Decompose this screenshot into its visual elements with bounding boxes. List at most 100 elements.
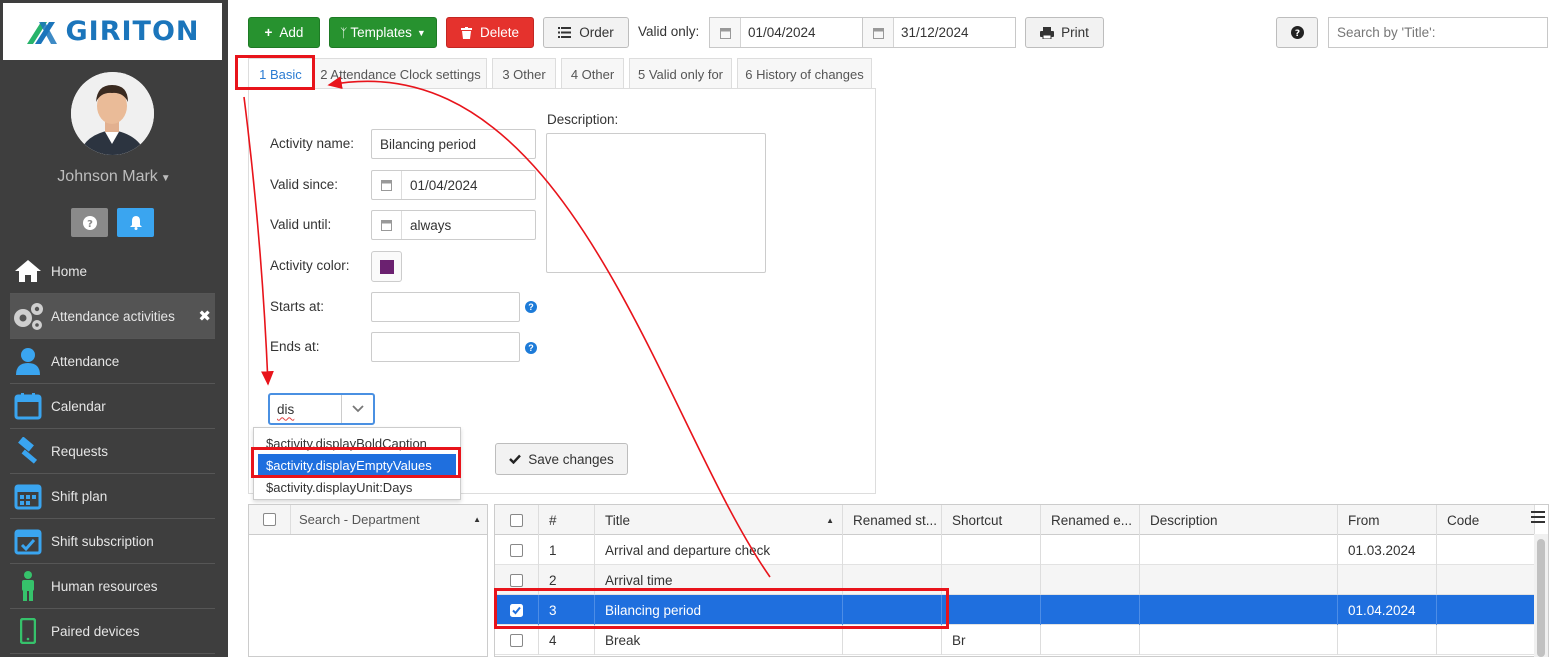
question-icon[interactable]: ? <box>525 301 537 313</box>
column-header-renamed-end[interactable]: Renamed e... <box>1041 505 1140 535</box>
sidebar-item-requests[interactable]: Requests <box>10 429 215 474</box>
select-all-rows[interactable] <box>495 505 539 535</box>
column-header-code[interactable]: Code <box>1437 505 1535 535</box>
column-header-number[interactable]: # <box>539 505 595 535</box>
help-button[interactable]: ? <box>71 208 108 237</box>
tab-other-3[interactable]: 3 Other <box>492 58 556 89</box>
cell-title: Break <box>595 625 843 655</box>
notifications-button[interactable] <box>117 208 154 237</box>
question-icon[interactable]: ? <box>525 342 537 354</box>
row-checkbox[interactable] <box>495 535 539 565</box>
cell-number: 4 <box>539 625 595 655</box>
sidebar-item-label: Shift subscription <box>51 533 154 549</box>
valid-from-field[interactable]: 01/04/2024 <box>709 17 863 48</box>
sidebar-item-paired-devices[interactable]: Paired devices <box>10 609 215 654</box>
variable-combobox[interactable]: dis <box>268 393 375 425</box>
ends-at-label: Ends at: <box>270 339 320 354</box>
table-row[interactable]: 1 Arrival and departure check 01.03.2024 <box>495 535 1535 565</box>
valid-since-input[interactable]: 01/04/2024 <box>371 170 536 200</box>
person-icon <box>10 346 46 376</box>
sidebar-item-label: Paired devices <box>51 623 140 639</box>
checkbox[interactable] <box>510 543 523 557</box>
table-row[interactable]: 4 Break Br <box>495 625 1535 655</box>
cell-description <box>1140 565 1338 595</box>
avatar[interactable] <box>71 72 154 155</box>
sidebar-item-label: Shift plan <box>51 488 108 504</box>
cell-code <box>1437 565 1535 595</box>
column-header-renamed-start[interactable]: Renamed st... <box>843 505 942 535</box>
sidebar-item-label: Human resources <box>51 578 158 594</box>
department-panel: Search - Department ▲ <box>248 504 488 657</box>
sidebar-item-home[interactable]: Home <box>10 249 215 294</box>
column-header-title[interactable]: Title ▲ <box>595 505 843 535</box>
tab-other-4[interactable]: 4 Other <box>561 58 624 89</box>
activities-table: # Title ▲ Renamed st... Shortcut Renamed… <box>494 504 1549 657</box>
templates-button[interactable]: ᛉ Templates ▼ <box>329 17 437 48</box>
sort-asc-icon: ▲ <box>826 515 834 525</box>
calendar-icon[interactable] <box>372 171 402 199</box>
sort-asc-icon[interactable]: ▲ <box>473 515 487 524</box>
select-all-departments[interactable] <box>249 505 291 534</box>
list-icon <box>558 27 572 38</box>
sidebar: GIRITON Johnson Mark ▼ ? Home Attendance … <box>0 0 228 657</box>
sidebar-item-label: Requests <box>51 443 109 459</box>
calendar-icon[interactable] <box>863 18 894 47</box>
cell-number: 1 <box>539 535 595 565</box>
description-textarea[interactable] <box>546 133 766 273</box>
printer-icon <box>1040 26 1055 39</box>
sidebar-item-label: Attendance <box>51 353 120 369</box>
department-header: Search - Department ▲ <box>249 505 487 535</box>
search-input[interactable]: Search by 'Title': <box>1328 17 1548 48</box>
checkbox[interactable] <box>510 633 523 647</box>
sidebar-item-attendance[interactable]: Attendance <box>10 339 215 384</box>
checkbox[interactable] <box>510 513 523 527</box>
table-scrollbar[interactable] <box>1534 534 1548 657</box>
valid-to-field[interactable]: 31/12/2024 <box>862 17 1016 48</box>
valid-until-input[interactable]: always <box>371 210 536 240</box>
activity-color-picker[interactable] <box>371 251 402 282</box>
valid-only-label: Valid only: <box>638 24 700 39</box>
add-button[interactable]: + Add <box>248 17 320 48</box>
cell-title: Arrival and departure check <box>595 535 843 565</box>
checkbox[interactable] <box>510 573 523 587</box>
dropdown-option[interactable]: $activity.displayUnit:Days <box>254 476 460 498</box>
activity-name-input[interactable]: Bilancing period <box>371 129 536 159</box>
sidebar-item-attendance-activities[interactable]: Attendance activities ✖ <box>10 294 215 339</box>
sidebar-item-shift-plan[interactable]: Shift plan <box>10 474 215 519</box>
sidebar-item-shift-subscription[interactable]: Shift subscription <box>10 519 215 564</box>
cell-from <box>1338 625 1437 655</box>
logo[interactable]: GIRITON <box>3 3 222 60</box>
sidebar-item-calendar[interactable]: Calendar <box>10 384 215 429</box>
close-icon[interactable]: ✖ <box>198 307 211 325</box>
column-header-description[interactable]: Description <box>1140 505 1338 535</box>
checkbox[interactable] <box>263 513 276 526</box>
tab-history-of-changes[interactable]: 6 History of changes <box>737 58 872 89</box>
row-checkbox[interactable] <box>495 625 539 655</box>
cell-shortcut: Br <box>942 625 1041 655</box>
calendar-icon[interactable] <box>710 18 741 47</box>
chevron-down-icon[interactable] <box>341 395 373 423</box>
column-header-shortcut[interactable]: Shortcut <box>942 505 1041 535</box>
starts-at-input[interactable] <box>371 292 520 322</box>
username[interactable]: Johnson Mark ▼ <box>0 168 228 186</box>
help-button[interactable]: ? <box>1276 17 1318 48</box>
save-changes-button[interactable]: Save changes <box>495 443 628 475</box>
sidebar-item-human-resources[interactable]: Human resources <box>10 564 215 609</box>
column-menu-icon[interactable] <box>1531 511 1545 526</box>
scrollbar-thumb[interactable] <box>1537 539 1545 657</box>
delete-button[interactable]: Delete <box>446 17 534 48</box>
calendar-icon[interactable] <box>372 211 402 239</box>
tab-attendance-clock-settings[interactable]: 2 Attendance Clock settings <box>314 58 487 89</box>
cell-renamed-start <box>843 535 942 565</box>
column-header-from[interactable]: From <box>1338 505 1437 535</box>
ends-at-input[interactable] <box>371 332 520 362</box>
order-button[interactable]: Order <box>543 17 629 48</box>
print-button[interactable]: Print <box>1025 17 1104 48</box>
table-header: # Title ▲ Renamed st... Shortcut Renamed… <box>495 505 1535 535</box>
logo-text: GIRITON <box>65 16 200 47</box>
department-search-input[interactable]: Search - Department <box>291 512 473 527</box>
cell-description <box>1140 625 1338 655</box>
tab-valid-only-for[interactable]: 5 Valid only for <box>629 58 732 89</box>
description-label: Description: <box>547 112 619 127</box>
cell-from: 01.03.2024 <box>1338 535 1437 565</box>
